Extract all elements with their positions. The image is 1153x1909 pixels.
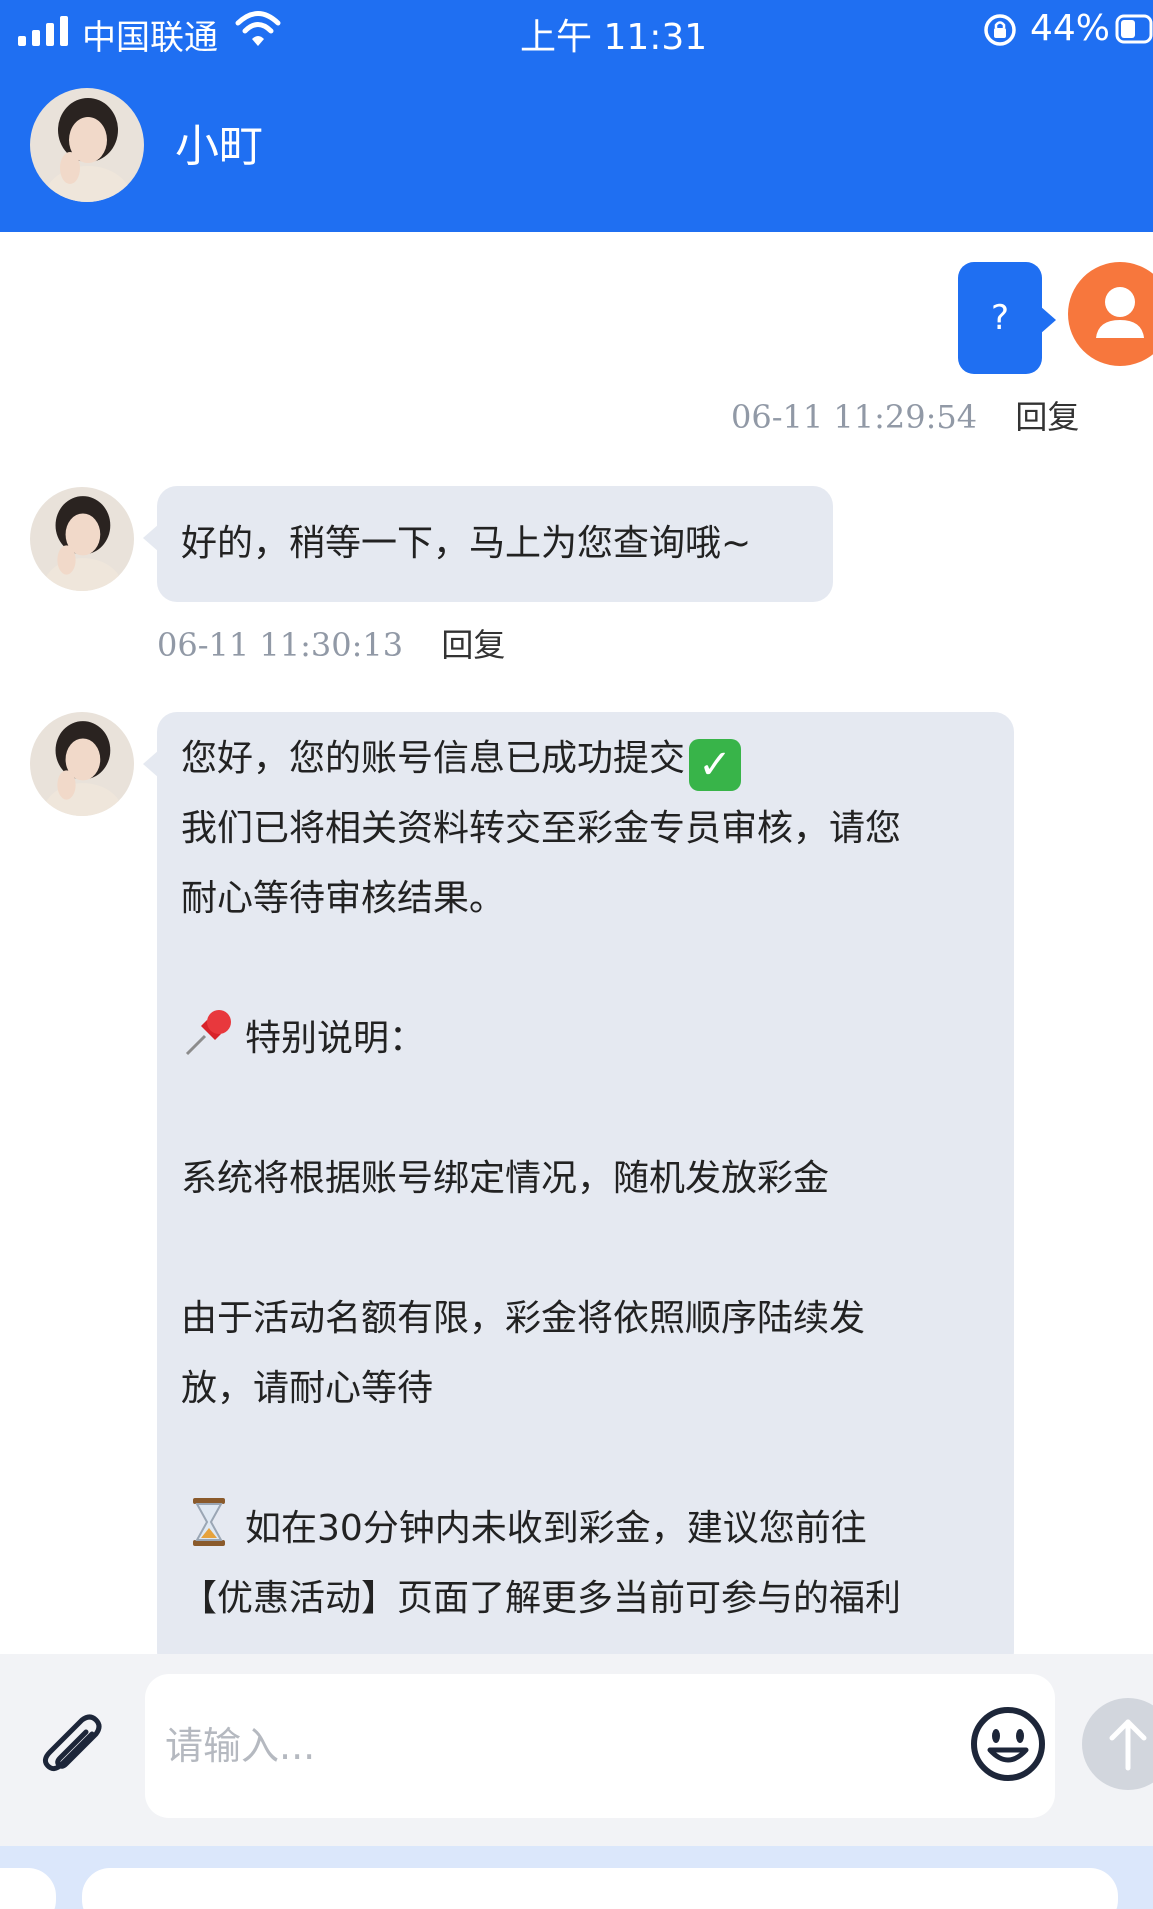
hourglass-icon [193, 1498, 225, 1546]
user-message-bubble[interactable]: ? [958, 262, 1056, 374]
message-timestamp: 06-11 11:30:13 [157, 626, 404, 664]
wifi-icon [235, 11, 281, 46]
message-list[interactable]: ? 06-11 11:29:54 回复 好的，稍等一下，马上为您查询哦~ 06-… [0, 232, 1153, 1672]
pushpin-icon [185, 1010, 231, 1056]
message-line: 放，请耐心等待 [181, 1368, 434, 1409]
agent-message-bubble[interactable]: 您好，您的账号信息已成功提交 ✓ 我们已将相关资料转交至彩金专员审核，请您 耐心等… [143, 712, 1014, 1672]
check-mark-icon: ✓ [689, 739, 742, 791]
agent-avatar[interactable] [30, 487, 134, 591]
user-message-text: ? [990, 298, 1010, 338]
message-line-text: 您好，您的账号信息已成功提交 [181, 738, 686, 779]
bottom-left-button[interactable] [0, 1868, 56, 1909]
paperclip-icon[interactable] [34, 1712, 114, 1792]
user-message-meta: 06-11 11:29:54 回复 [731, 392, 1079, 438]
message-line: 系统将根据账号绑定情况，随机发放彩金 [181, 1158, 830, 1199]
agent-message-meta: 06-11 11:30:13 回复 [157, 620, 505, 666]
carrier-label: 中国联通 [82, 18, 218, 58]
bottom-toolbar [0, 1846, 1153, 1909]
user-icon [1096, 287, 1144, 338]
agent-message-bubble[interactable]: 好的，稍等一下，马上为您查询哦~ [143, 486, 833, 602]
avatar-photo-icon [30, 88, 144, 202]
chat-screen: 中国联通 上午 11:31 44% 小町 ? 06-11 11:29:54 回复… [0, 0, 1153, 1909]
message-line-text: 特别说明： [245, 1018, 426, 1059]
contact-avatar[interactable] [30, 88, 144, 202]
signal-icon [18, 16, 68, 46]
message-line: 耐心等待审核结果。 [181, 878, 506, 919]
status-time: 上午 11:31 [520, 17, 708, 58]
message-line: 您好，您的账号信息已成功提交 ✓ [181, 724, 990, 794]
contact-name: 小町 [175, 121, 263, 172]
arrow-up-icon [1109, 1719, 1147, 1771]
user-avatar[interactable] [1068, 262, 1153, 366]
avatar-photo-icon [30, 712, 134, 816]
message-input[interactable] [145, 1674, 1055, 1818]
bottom-address-bar[interactable] [82, 1868, 1118, 1909]
battery-icon [1115, 14, 1153, 44]
agent-avatar[interactable] [30, 712, 134, 816]
emoji-icon[interactable] [968, 1704, 1048, 1784]
message-line-text: 如在30分钟内未收到彩金，建议您前往 [245, 1508, 867, 1549]
message-line: 由于活动名额有限，彩金将依照顺序陆续发 [181, 1298, 866, 1339]
message-timestamp: 06-11 11:29:54 [731, 398, 978, 436]
status-bar: 中国联通 上午 11:31 44% [0, 0, 1153, 62]
reply-link[interactable]: 回复 [441, 626, 505, 664]
message-line: 我们已将相关资料转交至彩金专员审核，请您 [181, 808, 902, 849]
agent-message-text: 好的，稍等一下，马上为您查询哦~ [181, 523, 752, 564]
message-line: 特别说明： [181, 1004, 990, 1074]
battery-percent: 44% [1030, 8, 1111, 49]
message-line: 【优惠活动】页面了解更多当前可参与的福利 [181, 1578, 902, 1619]
avatar-photo-icon [30, 487, 134, 591]
message-composer [0, 1654, 1153, 1846]
rotation-lock-icon [984, 14, 1016, 46]
reply-link[interactable]: 回复 [1015, 398, 1079, 436]
message-line: 如在30分钟内未收到彩金，建议您前往 [181, 1494, 990, 1564]
header-bar: 中国联通 上午 11:31 44% 小町 [0, 0, 1153, 232]
send-button[interactable] [1082, 1698, 1153, 1790]
